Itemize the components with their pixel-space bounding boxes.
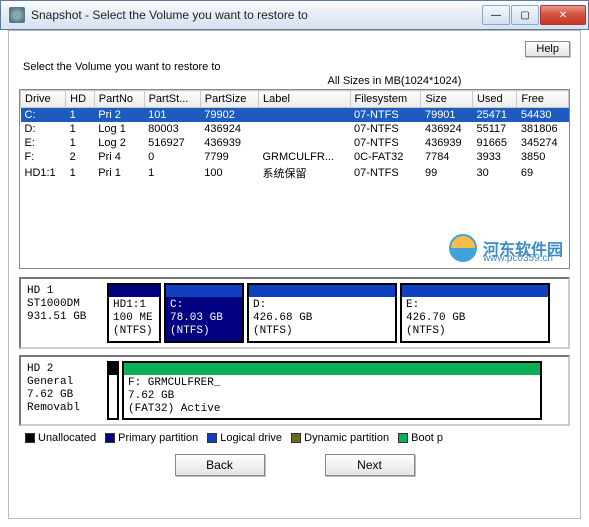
app-icon — [9, 7, 25, 23]
col-free[interactable]: Free — [517, 91, 569, 108]
legend: Unallocated Primary partition Logical dr… — [19, 432, 570, 444]
disk-info-hd1: HD 1 ST1000DM 931.51 GB — [25, 283, 103, 343]
col-filesystem[interactable]: Filesystem — [350, 91, 421, 108]
watermark-url: www.pc0359.cn — [483, 253, 553, 264]
disk-info-hd2: HD 2 General 7.62 GB Removabl — [25, 361, 103, 421]
col-drive[interactable]: Drive — [21, 91, 66, 108]
disk-map: HD 1 ST1000DM 931.51 GB HD1:1100 ME(NTFS… — [19, 277, 570, 426]
nav-buttons: Back Next — [19, 454, 570, 476]
maximize-button[interactable]: ▢ — [511, 5, 539, 25]
watermark-icon — [449, 234, 477, 262]
col-hd[interactable]: HD — [66, 91, 95, 108]
title-bar: Snapshot - Select the Volume you want to… — [0, 0, 589, 30]
swatch-primary — [105, 433, 115, 443]
partition[interactable]: E:426.70 GB(NTFS) — [400, 283, 550, 343]
col-partst[interactable]: PartSt... — [144, 91, 200, 108]
swatch-unallocated — [25, 433, 35, 443]
partition[interactable]: F: GRMCULFRER_7.62 GB(FAT32) Active — [122, 361, 542, 421]
dialog-body: Help Select the Volume you want to resto… — [8, 30, 581, 519]
window-title: Snapshot - Select the Volume you want to… — [31, 8, 481, 22]
partition[interactable]: C:78.03 GB(NTFS) — [164, 283, 244, 343]
table-row[interactable]: E:1Log 251692743693907-NTFS4369399166534… — [21, 136, 569, 150]
back-button[interactable]: Back — [175, 454, 265, 476]
col-used[interactable]: Used — [472, 91, 516, 108]
swatch-dynamic — [291, 433, 301, 443]
close-button[interactable]: ✕ — [540, 5, 586, 25]
swatch-logical — [207, 433, 217, 443]
partition[interactable] — [107, 361, 119, 421]
swatch-boot — [398, 433, 408, 443]
sizes-note: All Sizes in MB(1024*1024) — [19, 75, 570, 87]
help-button[interactable]: Help — [525, 41, 570, 57]
table-row[interactable]: D:1Log 18000343692407-NTFS43692455117381… — [21, 122, 569, 136]
partition[interactable]: D:426.68 GB(NTFS) — [247, 283, 397, 343]
volume-table[interactable]: DriveHDPartNoPartSt...PartSizeLabelFiles… — [19, 89, 570, 269]
col-size[interactable]: Size — [421, 91, 473, 108]
disk-row-hd2: HD 2 General 7.62 GB Removabl F: GRMCULF… — [19, 355, 570, 427]
partition[interactable]: HD1:1100 ME(NTFS) — [107, 283, 161, 343]
col-label[interactable]: Label — [258, 91, 350, 108]
col-partsize[interactable]: PartSize — [200, 91, 258, 108]
table-row[interactable]: HD1:11Pri 11100系统保留07-NTFS993069 — [21, 164, 569, 182]
window-buttons: — ▢ ✕ — [481, 5, 586, 25]
disk-row-hd1: HD 1 ST1000DM 931.51 GB HD1:1100 ME(NTFS… — [19, 277, 570, 349]
table-row[interactable]: F:2Pri 407799GRMCULFR...0C-FAT3277843933… — [21, 150, 569, 164]
table-row[interactable]: C:1Pri 21017990207-NTFS799012547154430 — [21, 108, 569, 123]
minimize-button[interactable]: — — [482, 5, 510, 25]
instruction-text: Select the Volume you want to restore to — [23, 61, 570, 73]
next-button[interactable]: Next — [325, 454, 415, 476]
watermark: 河东软件园 www.pc0359.cn — [449, 234, 563, 262]
col-partno[interactable]: PartNo — [94, 91, 144, 108]
